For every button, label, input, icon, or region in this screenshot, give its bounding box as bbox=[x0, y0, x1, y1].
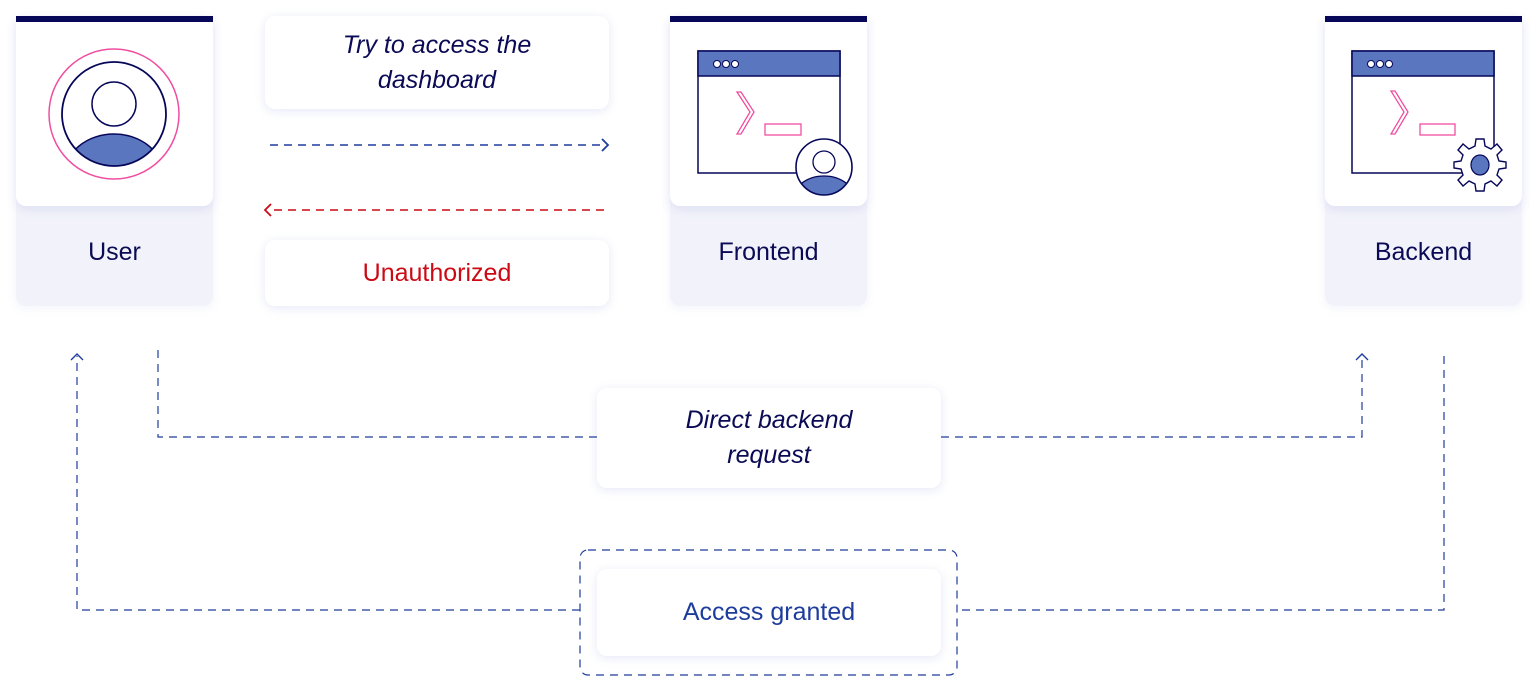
user-label: User bbox=[88, 238, 141, 266]
direct-request-line-left bbox=[157, 350, 597, 438]
unauthorized-message: Unauthorized bbox=[265, 240, 609, 306]
direct-request-message: Direct backend request bbox=[597, 388, 941, 488]
arrow-head-right bbox=[601, 138, 610, 152]
browser-terminal-user-icon bbox=[697, 50, 853, 196]
frontend-node: Frontend bbox=[670, 16, 867, 306]
user-node: User bbox=[16, 16, 213, 306]
frontend-label: Frontend bbox=[718, 238, 819, 266]
arrow-head-up-backend bbox=[1355, 353, 1369, 361]
try-access-message: Try to access the dashboard bbox=[265, 16, 609, 109]
direct-request-line-right bbox=[941, 356, 1363, 438]
user-avatar-icon bbox=[48, 48, 180, 180]
backend-label: Backend bbox=[1374, 238, 1473, 266]
access-granted-message: Access granted bbox=[597, 569, 941, 656]
access-granted-line-right bbox=[957, 356, 1445, 611]
browser-terminal-gear-icon bbox=[1351, 50, 1507, 192]
access-granted-line-left bbox=[76, 356, 580, 611]
backend-node: Backend bbox=[1325, 16, 1522, 306]
arrow-head-left bbox=[263, 203, 272, 217]
